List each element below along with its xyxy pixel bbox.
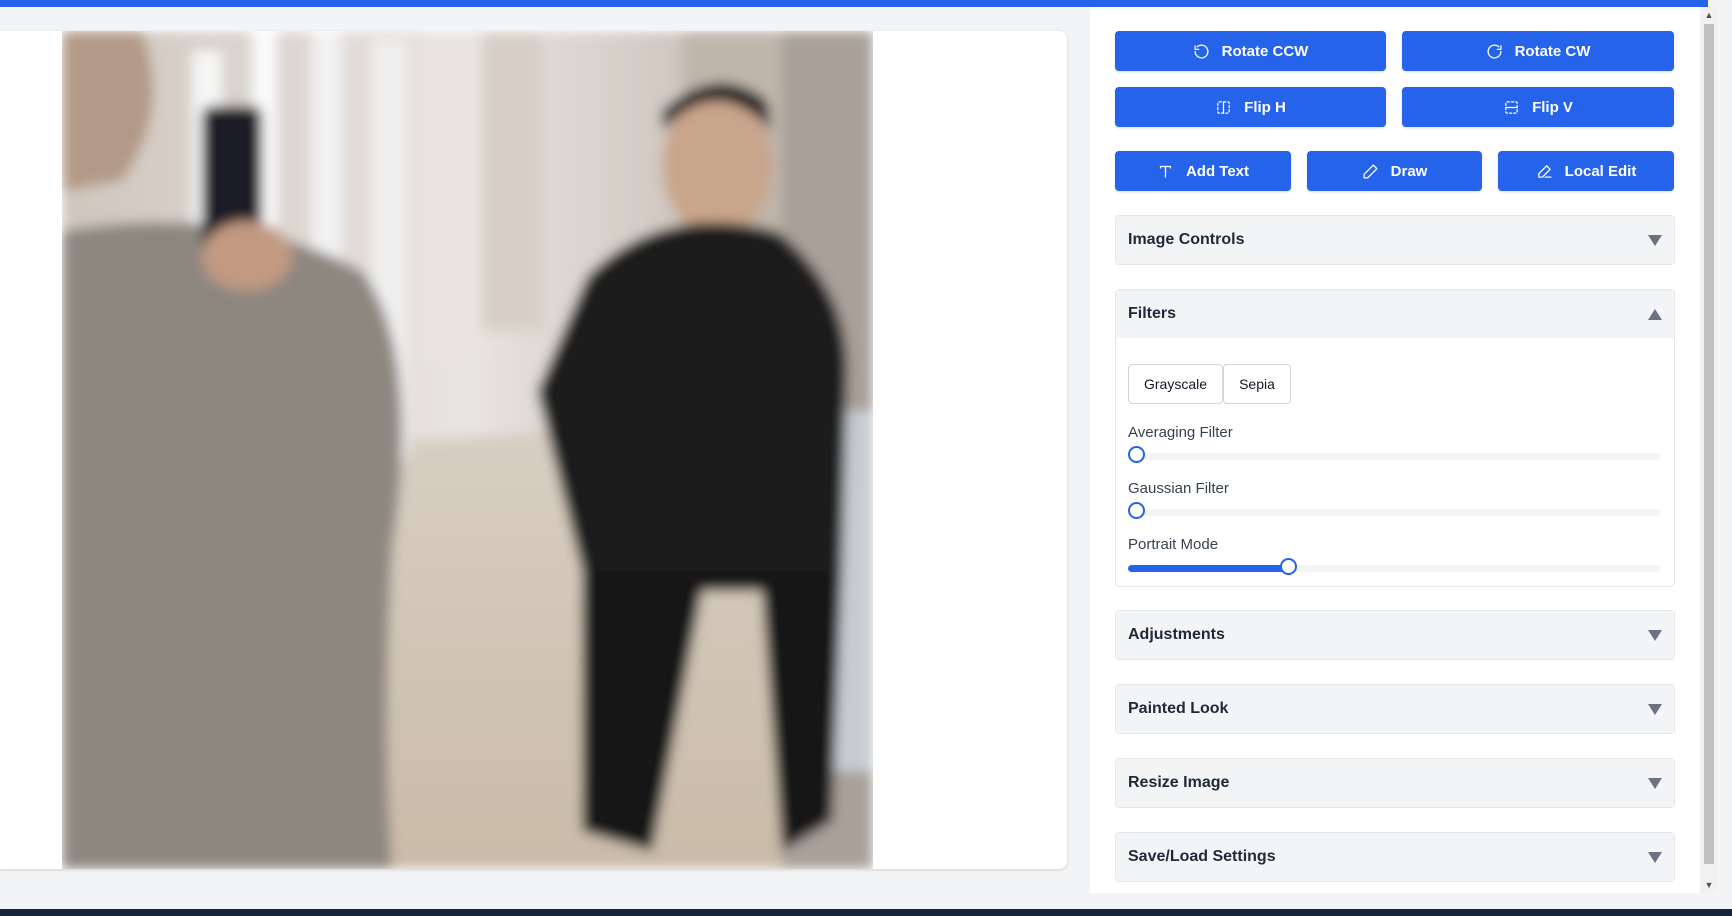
chevron-down-icon [1648,234,1662,246]
image-controls-header[interactable]: Image Controls [1116,216,1674,264]
gaussian-filter-thumb[interactable] [1128,502,1145,519]
averaging-filter-slider[interactable] [1128,446,1660,463]
draw-button[interactable]: Draw [1307,151,1482,191]
flip-v-label: Flip V [1532,98,1573,116]
local-edit-button[interactable]: Local Edit [1498,151,1674,191]
filters-panel: Filters Grayscale Sepia Averaging Filter… [1115,289,1675,587]
portrait-mode-thumb[interactable] [1279,558,1297,575]
rotate-ccw-label: Rotate CCW [1221,42,1309,60]
adjustments-title: Adjustments [1128,626,1225,643]
averaging-filter-thumb[interactable] [1128,446,1145,463]
filters-body: Grayscale Sepia Averaging Filter Gaussia… [1116,338,1674,584]
edited-photo [62,31,873,869]
local-edit-label: Local Edit [1564,162,1637,180]
chevron-up-icon [1648,308,1662,320]
resize-image-panel: Resize Image [1115,758,1675,808]
draw-label: Draw [1390,162,1428,180]
chevron-down-icon [1648,703,1662,715]
rotate-cw-label: Rotate CW [1514,42,1591,60]
grayscale-button[interactable]: Grayscale [1128,364,1223,404]
image-canvas[interactable] [0,31,1067,869]
painted-look-title: Painted Look [1128,700,1229,717]
adjustments-header[interactable]: Adjustments [1116,611,1674,659]
flip-h-button[interactable]: Flip H [1115,87,1386,127]
taskbar [0,909,1732,916]
portrait-mode-slider[interactable] [1128,558,1660,575]
gaussian-filter-label: Gaussian Filter [1128,480,1229,497]
chevron-down-icon [1648,851,1662,863]
averaging-filter-label: Averaging Filter [1128,424,1233,441]
sepia-button[interactable]: Sepia [1223,364,1291,404]
chevron-down-icon [1648,777,1662,789]
add-text-button[interactable]: Add Text [1115,151,1291,191]
save-load-header[interactable]: Save/Load Settings [1116,833,1674,881]
add-text-label: Add Text [1185,162,1250,180]
rotate-ccw-icon [1194,44,1209,59]
filters-header[interactable]: Filters [1116,290,1674,338]
resize-image-header[interactable]: Resize Image [1116,759,1674,807]
pencil-icon [1363,163,1378,179]
adjustments-panel: Adjustments [1115,610,1675,660]
text-icon [1159,165,1172,178]
portrait-mode-label: Portrait Mode [1128,536,1219,553]
save-load-title: Save/Load Settings [1128,848,1276,865]
rotate-cw-icon [1487,44,1502,59]
scrollbar-thumb[interactable] [1704,24,1714,864]
edit-pen-icon [1537,164,1552,178]
scroll-up-arrow-icon[interactable]: ▲ [1704,10,1714,20]
flip-vertical-icon [1505,100,1518,114]
rotate-ccw-button[interactable]: Rotate CCW [1115,31,1386,71]
top-accent-bar [0,0,1708,7]
flip-v-button[interactable]: Flip V [1402,87,1674,127]
save-load-panel: Save/Load Settings [1115,832,1675,882]
image-controls-panel: Image Controls [1115,215,1675,265]
flip-horizontal-icon [1217,100,1230,114]
image-controls-title: Image Controls [1128,231,1245,248]
flip-h-label: Flip H [1244,98,1286,116]
portrait-mode-fill [1128,565,1288,572]
painted-look-header[interactable]: Painted Look [1116,685,1674,733]
rotate-cw-button[interactable]: Rotate CW [1402,31,1674,71]
chevron-down-icon [1648,629,1662,641]
scroll-down-arrow-icon[interactable]: ▼ [1704,880,1714,890]
filters-title: Filters [1128,305,1177,322]
painted-look-panel: Painted Look [1115,684,1675,734]
gaussian-filter-slider[interactable] [1128,502,1660,519]
resize-image-title: Resize Image [1128,774,1230,791]
